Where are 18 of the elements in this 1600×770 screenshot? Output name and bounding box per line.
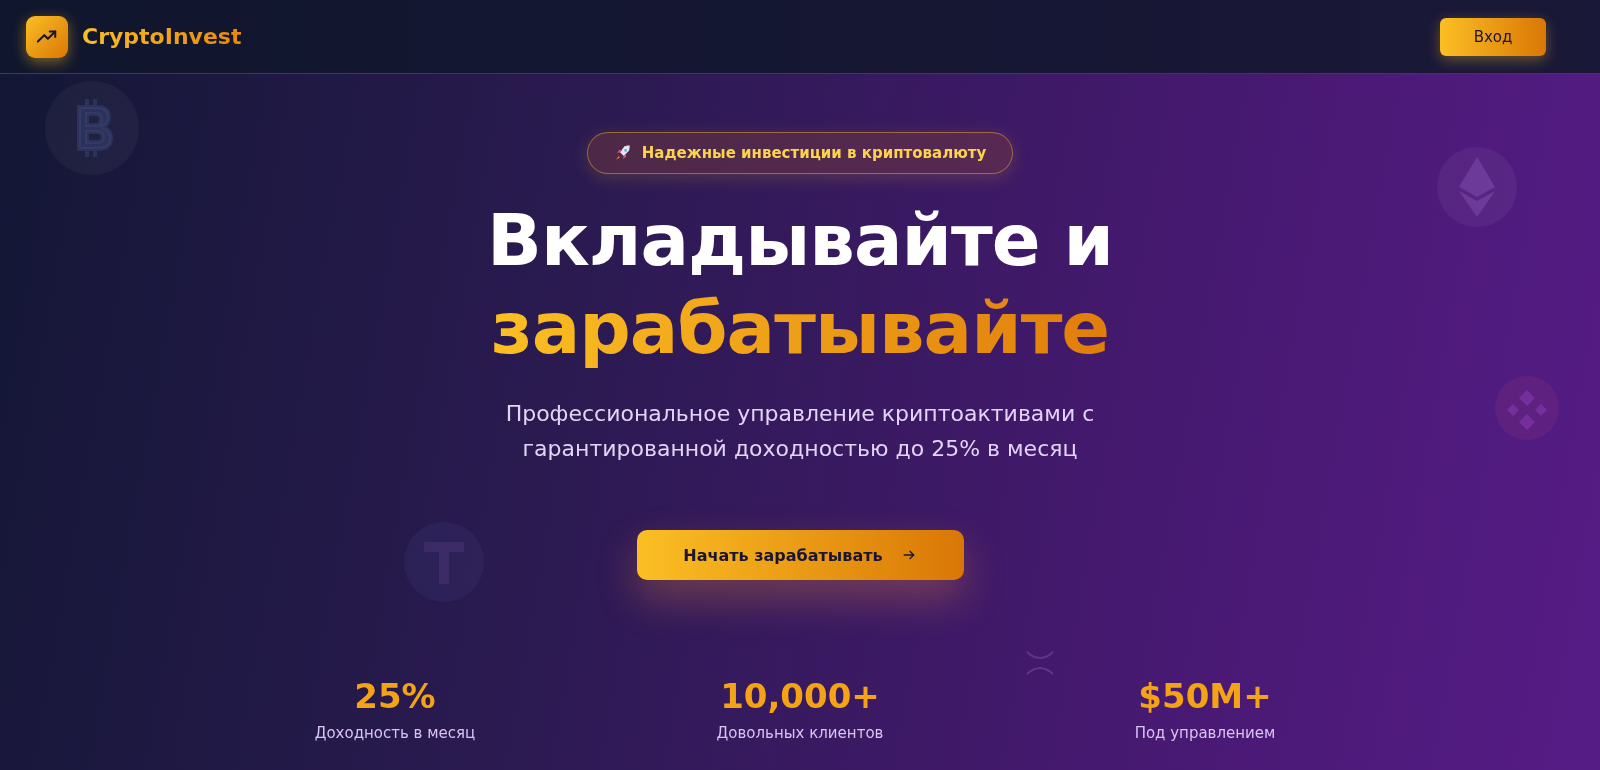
stat-label: Доходность в месяц (314, 724, 476, 742)
coin-icon (1495, 376, 1559, 440)
start-earning-button[interactable]: Начать зарабатывать (636, 530, 964, 580)
badge-text: Надежные инвестиции в криптовалюту (641, 144, 987, 162)
coin-icon (1437, 147, 1517, 227)
stat-label: Довольных клиентов (716, 724, 884, 742)
coin-icon (404, 522, 484, 602)
coin-icon (45, 81, 139, 175)
stat-value: 25% (354, 676, 436, 716)
x-icon (1025, 650, 1055, 676)
trend-up-icon (26, 15, 68, 58)
stat-value: 10,000+ (720, 676, 880, 716)
login-button[interactable]: Вход (1440, 17, 1546, 56)
stat-value: $50M+ (1138, 676, 1272, 716)
stat-label: Под управлением (1134, 724, 1276, 742)
hero-subtitle: Профессиональное управление криптоактивами с гарантированной доходностью до 25% в месяц (504, 400, 1096, 463)
hero-title: Вкладывайте и (487, 197, 1113, 284)
rocket-icon (613, 144, 632, 162)
